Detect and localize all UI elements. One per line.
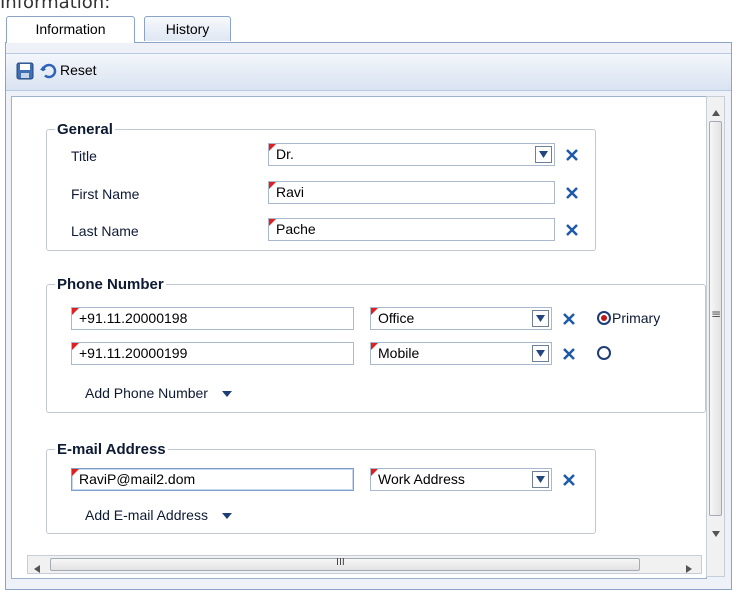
last-name-label: Last Name	[71, 223, 139, 239]
scroll-right-icon[interactable]	[686, 561, 692, 577]
required-flag	[72, 343, 79, 350]
vertical-scrollbar[interactable]: ≡	[706, 96, 725, 577]
add-phone-number-label: Add Phone Number	[85, 385, 208, 401]
horizontal-scrollbar[interactable]: III	[27, 555, 702, 574]
chevron-down-icon[interactable]	[532, 310, 549, 327]
tab-information[interactable]: Information	[6, 16, 135, 43]
first-name-field[interactable]: Ravi	[268, 181, 555, 204]
phone-type-value: Mobile	[378, 345, 420, 361]
required-flag	[269, 219, 276, 226]
email-address-value: RaviP@mail2.dom	[79, 471, 196, 487]
remove-phone-1-icon[interactable]	[562, 312, 576, 326]
required-flag	[269, 144, 276, 151]
dropdown-caret-icon	[221, 391, 232, 398]
phone-legend: Phone Number	[57, 276, 164, 293]
form-content: General Title Dr. First Name Ravi Last N…	[11, 96, 707, 579]
information-panel: Reset General Title Dr. First Name Ravi …	[5, 42, 732, 590]
toolbar: Reset	[6, 53, 731, 91]
required-flag	[371, 343, 378, 350]
remove-first-name-icon[interactable]	[565, 186, 579, 200]
remove-email-icon[interactable]	[562, 473, 576, 487]
scroll-left-icon[interactable]	[34, 561, 40, 577]
required-flag	[72, 469, 79, 476]
phone-type-select-1[interactable]: Office	[370, 307, 552, 330]
reset-icon	[39, 61, 59, 85]
phone-type-value: Office	[378, 310, 415, 326]
chevron-down-icon[interactable]	[532, 471, 549, 488]
required-flag	[72, 308, 79, 315]
phone-number-value: +91.11.20000199	[79, 345, 188, 361]
vertical-scroll-thumb[interactable]: ≡	[709, 121, 722, 516]
email-legend: E-mail Address	[57, 441, 166, 458]
primary-radio-2[interactable]	[597, 346, 611, 360]
required-flag	[371, 308, 378, 315]
title-select[interactable]: Dr.	[268, 143, 555, 166]
required-flag	[269, 182, 276, 189]
scroll-up-icon[interactable]	[712, 104, 720, 120]
title-value: Dr.	[276, 146, 294, 162]
remove-phone-2-icon[interactable]	[562, 347, 576, 361]
scroll-grip-h: III	[336, 557, 345, 568]
reset-label: Reset	[60, 62, 97, 78]
add-email-address-button[interactable]: Add E-mail Address	[85, 507, 232, 523]
first-name-value: Ravi	[276, 184, 305, 200]
remove-last-name-icon[interactable]	[565, 223, 579, 237]
phone-type-select-2[interactable]: Mobile	[370, 342, 552, 365]
scroll-grip: ≡	[711, 307, 722, 321]
save-icon[interactable]	[16, 62, 34, 84]
email-type-select[interactable]: Work Address	[370, 468, 552, 491]
dropdown-caret-icon	[221, 513, 232, 520]
horizontal-scroll-thumb[interactable]: III	[50, 557, 640, 571]
add-email-address-label: Add E-mail Address	[85, 507, 208, 523]
required-flag	[371, 469, 378, 476]
chevron-down-icon[interactable]	[532, 345, 549, 362]
window-title-partial: Information:	[0, 0, 111, 13]
last-name-value: Pache	[276, 221, 316, 237]
tab-history[interactable]: History	[144, 16, 231, 41]
title-label: Title	[71, 148, 97, 164]
first-name-label: First Name	[71, 186, 140, 202]
last-name-field[interactable]: Pache	[268, 218, 555, 241]
primary-radio-1[interactable]	[597, 311, 611, 325]
phone-number-field-1[interactable]: +91.11.20000198	[71, 307, 354, 330]
phone-number-field-2[interactable]: +91.11.20000199	[71, 342, 354, 365]
general-legend: General	[57, 121, 113, 138]
chevron-down-icon[interactable]	[535, 146, 552, 163]
scroll-down-icon[interactable]	[712, 525, 720, 541]
add-phone-number-button[interactable]: Add Phone Number	[85, 385, 232, 401]
phone-number-value: +91.11.20000198	[79, 310, 188, 326]
remove-title-icon[interactable]	[565, 148, 579, 162]
email-address-field[interactable]: RaviP@mail2.dom	[71, 468, 354, 491]
primary-label: Primary	[612, 310, 661, 326]
email-type-value: Work Address	[378, 471, 465, 487]
